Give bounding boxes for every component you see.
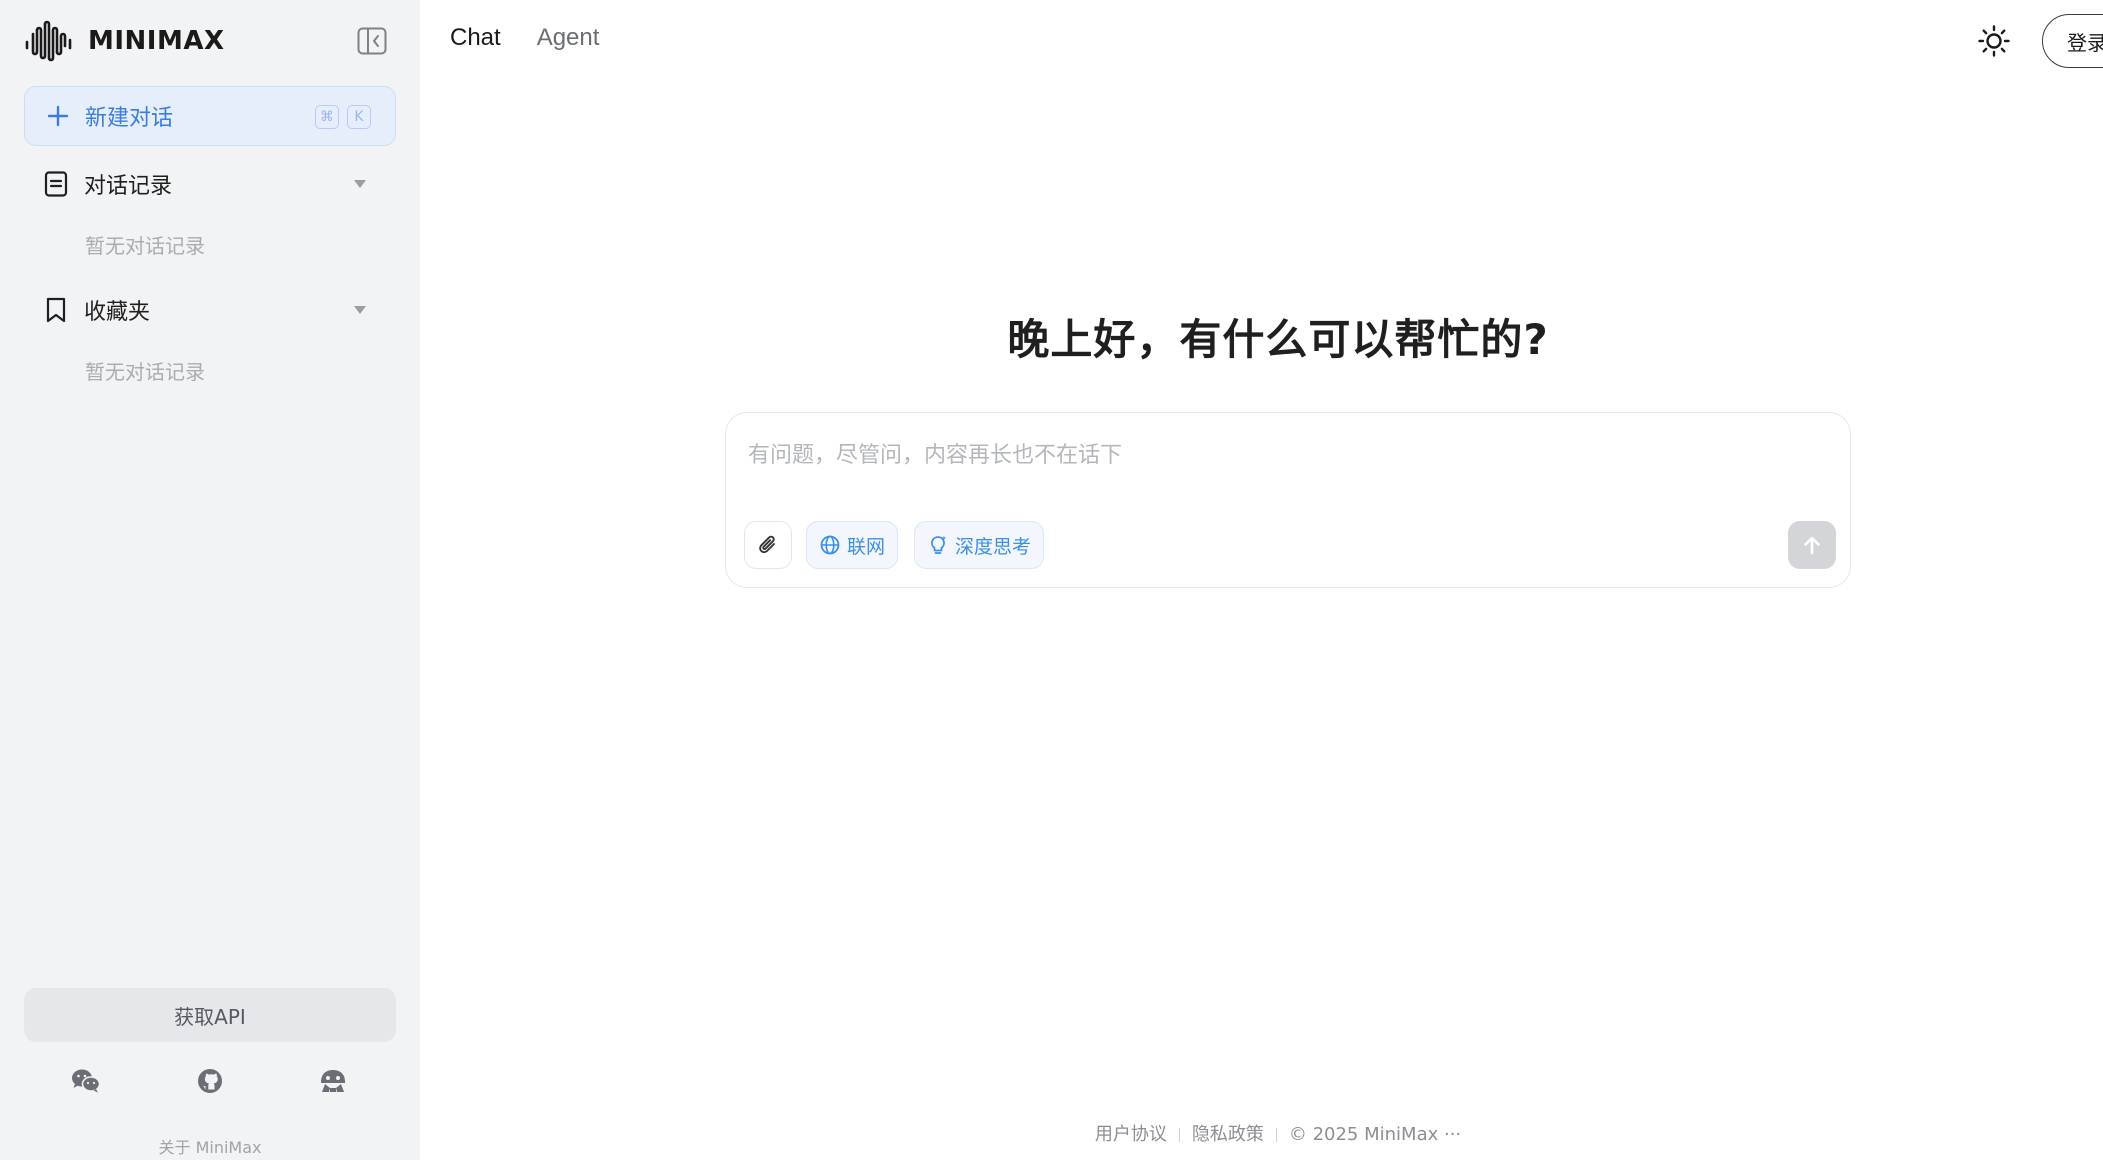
history-section-label: 对话记录 [84, 174, 173, 199]
new-chat-button[interactable]: 新建对话 ⌘ K [24, 86, 396, 146]
mode-tabs: Chat Agent [450, 24, 599, 52]
k-key: K [347, 105, 371, 129]
sidebar-collapse-icon [357, 27, 387, 55]
bulb-icon [931, 536, 946, 554]
collapse-sidebar-button[interactable] [355, 24, 389, 58]
chevron-down-icon [354, 306, 366, 314]
get-api-button[interactable]: 获取API [24, 988, 396, 1042]
cmd-key: ⌘ [315, 105, 339, 129]
main-panel: Chat Agent 登录 晚上好，有什么可以帮忙的? 有问题，尽管问，内容再长… [420, 0, 2103, 1160]
greeting-heading: 晚上好，有什么可以帮忙的? [1007, 315, 1549, 364]
new-chat-label: 新建对话 [85, 106, 174, 131]
document-icon [44, 171, 68, 197]
favorites-empty-text: 暂无对话记录 [85, 360, 205, 384]
login-button[interactable]: 登录 [2042, 14, 2103, 68]
web-search-label: 联网 [847, 535, 886, 558]
history-empty-text: 暂无对话记录 [85, 234, 205, 258]
favorites-section-toggle[interactable]: 收藏夹 [42, 290, 382, 330]
copyright-text: © 2025 MiniMax [1288, 1124, 1439, 1145]
shortcut-hint: ⌘ K [315, 105, 371, 129]
privacy-link[interactable]: 隐私政策 [1192, 1124, 1264, 1145]
community-icon [321, 1070, 345, 1092]
github-link[interactable] [195, 1066, 225, 1096]
footer-divider [1275, 1128, 1277, 1142]
paperclip-icon [759, 535, 775, 554]
social-links [0, 1066, 420, 1096]
tab-chat[interactable]: Chat [450, 24, 501, 52]
minimax-logo-icon [25, 20, 72, 62]
send-button[interactable] [1788, 521, 1836, 569]
more-menu-button[interactable]: ··· [1444, 1124, 1461, 1145]
wechat-icon [72, 1069, 101, 1093]
brand-name: MINIMAX [88, 26, 225, 56]
plus-icon [47, 105, 69, 127]
sidebar: MINIMAX 新建对话 ⌘ K 对话记录 暂无对话记录 收藏夹 暂无对话记录 … [0, 0, 420, 1160]
message-input[interactable] [748, 437, 1828, 497]
arrow-up-icon [1804, 536, 1820, 555]
terms-link[interactable]: 用户协议 [1095, 1124, 1167, 1145]
chevron-down-icon [354, 180, 366, 188]
globe-icon [820, 535, 840, 555]
footer: 用户协议 隐私政策 © 2025 MiniMax ··· [420, 1120, 2103, 1146]
attach-button[interactable] [744, 521, 792, 569]
github-icon [198, 1069, 222, 1093]
theme-toggle-button[interactable] [1977, 24, 2011, 58]
web-search-toggle[interactable]: 联网 [806, 521, 899, 569]
about-link[interactable]: 关于 MiniMax [0, 1134, 420, 1158]
app-window: MINIMAX 新建对话 ⌘ K 对话记录 暂无对话记录 收藏夹 暂无对话记录 … [0, 0, 2103, 1160]
deep-think-label: 深度思考 [955, 535, 1032, 558]
tab-agent[interactable]: Agent [537, 24, 600, 52]
deep-think-toggle[interactable]: 深度思考 [914, 521, 1045, 569]
bookmark-icon [46, 297, 66, 323]
logo[interactable]: MINIMAX [24, 18, 225, 64]
wechat-link[interactable] [71, 1066, 101, 1096]
favorites-section-label: 收藏夹 [84, 300, 151, 325]
sun-icon [1978, 25, 2010, 57]
community-link[interactable] [318, 1066, 348, 1096]
chat-composer: 联网 深度思考 [725, 412, 1851, 588]
history-section-toggle[interactable]: 对话记录 [42, 164, 382, 204]
footer-divider [1178, 1128, 1180, 1142]
